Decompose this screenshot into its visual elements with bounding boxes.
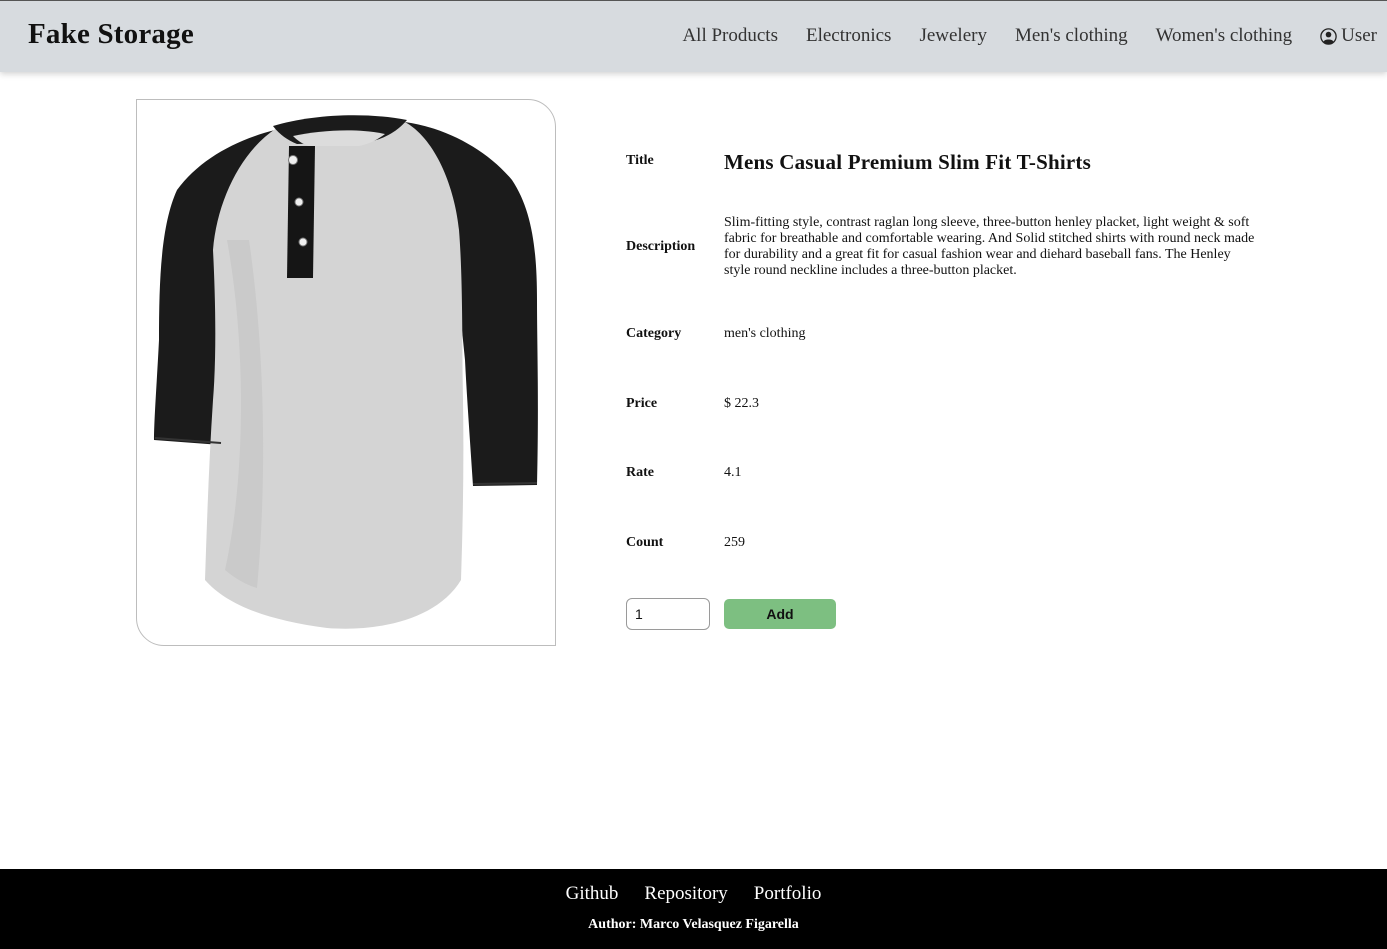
footer-repository-link[interactable]: Repository [644, 883, 727, 905]
description-label: Description [626, 239, 696, 254]
title-label: Title [626, 153, 654, 168]
category-label: Category [626, 326, 682, 341]
nav-all-products[interactable]: All Products [682, 25, 778, 47]
footer-author: Author: Marco Velasquez Figarella [588, 917, 799, 932]
rate-label: Rate [626, 465, 654, 480]
product-price: $ 22.3 [724, 396, 759, 411]
user-circle-icon [1320, 27, 1337, 45]
footer-portfolio-link[interactable]: Portfolio [754, 883, 822, 905]
raglan-henley-shirt-image [154, 115, 538, 629]
price-label: Price [626, 396, 658, 411]
add-to-cart-button[interactable]: Add [724, 599, 836, 629]
nav-user-label: User [1341, 25, 1377, 46]
nav-womens-clothing[interactable]: Women's clothing [1156, 25, 1292, 47]
nav-mens-clothing[interactable]: Men's clothing [1015, 25, 1128, 47]
product-description: Slim-fitting style, contrast raglan long… [724, 215, 1255, 278]
quantity-input[interactable] [626, 598, 710, 630]
product-image-card [136, 99, 556, 646]
footer: Github Repository Portfolio Author: Marc… [0, 869, 1387, 949]
footer-links: Github Repository Portfolio [0, 883, 1387, 905]
brand-logo[interactable]: Fake Storage [28, 18, 194, 51]
nav-electronics[interactable]: Electronics [806, 25, 891, 47]
nav-user[interactable]: User [1320, 25, 1377, 47]
nav-jewelery[interactable]: Jewelery [919, 25, 987, 47]
product-rate: 4.1 [724, 465, 742, 480]
product-category: men's clothing [724, 326, 806, 341]
product-count: 259 [724, 535, 745, 550]
footer-github-link[interactable]: Github [566, 883, 619, 905]
navbar: Fake Storage All Products Electronics Je… [0, 0, 1387, 72]
count-label: Count [626, 535, 664, 550]
product-title: Mens Casual Premium Slim Fit T-Shirts [724, 150, 1091, 174]
nav-links: All Products Electronics Jewelery Men's … [654, 25, 1377, 47]
